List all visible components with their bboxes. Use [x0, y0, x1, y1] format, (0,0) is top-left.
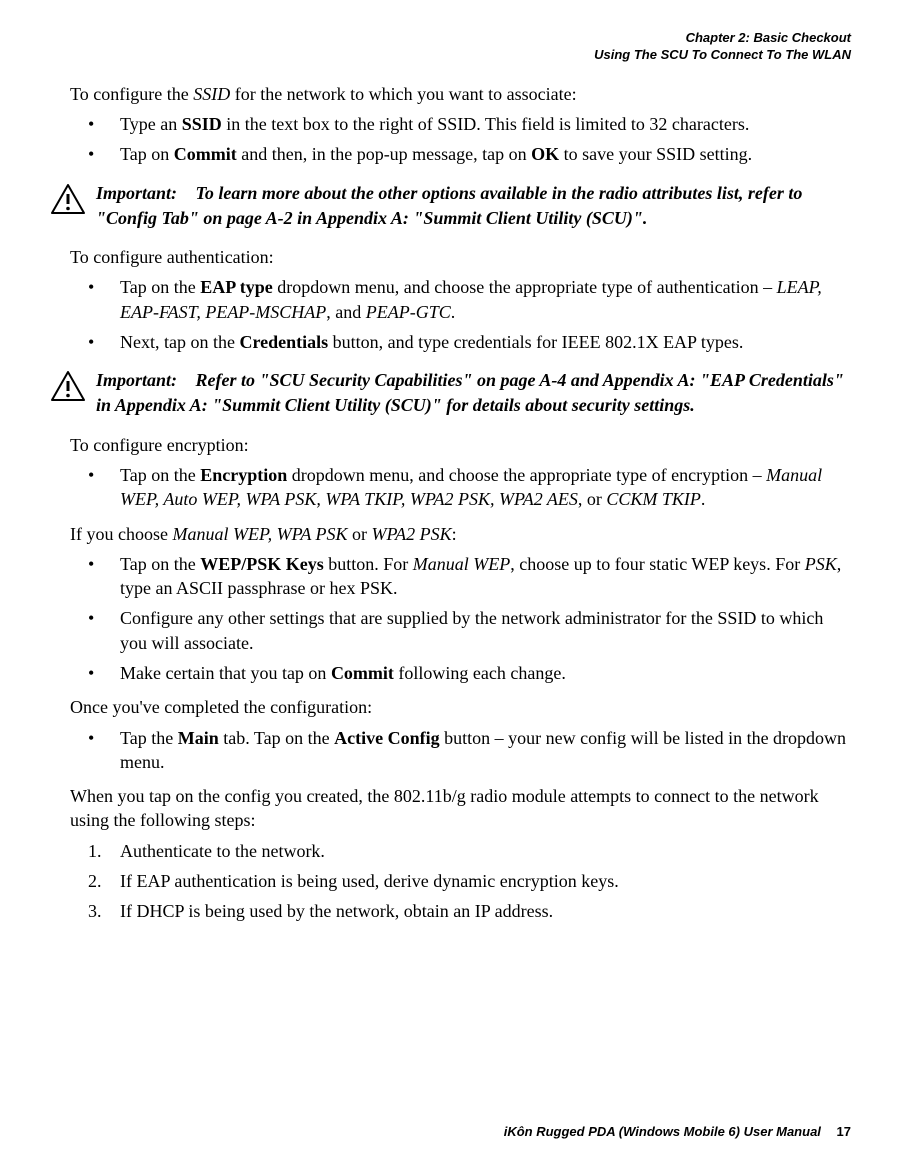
list-item: Type an SSID in the text box to the righ… — [50, 112, 851, 136]
text-italic: CCKM TKIP — [606, 489, 701, 509]
text: dropdown menu, and choose the appropriat… — [273, 277, 777, 297]
list-item: Tap on the WEP/PSK Keys button. For Manu… — [50, 552, 851, 601]
paragraph-auth-intro: To configure authentication: — [70, 245, 851, 269]
text-bold: SSID — [182, 114, 222, 134]
text: Tap on — [120, 144, 174, 164]
manual-title: iKôn Rugged PDA (Windows Mobile 6) User … — [504, 1124, 821, 1139]
text-bold: OK — [531, 144, 559, 164]
text-italic: PEAP-GTC — [366, 302, 451, 322]
paragraph-ssid-intro: To configure the SSID for the network to… — [70, 82, 851, 106]
text: dropdown menu, and choose the appropriat… — [287, 465, 766, 485]
text: in the text box to the right of SSID. Th… — [222, 114, 750, 134]
text: . — [701, 489, 706, 509]
text: for the network to which you want to ass… — [230, 84, 576, 104]
text: To configure the — [70, 84, 193, 104]
text: Make certain that you tap on — [120, 663, 331, 683]
text-italic: Manual WEP — [413, 554, 510, 574]
section-label: Using The SCU To Connect To The WLAN — [50, 47, 851, 64]
important-text: Important: Refer to "SCU Security Capabi… — [96, 368, 851, 418]
body-content: To configure the SSID for the network to… — [50, 82, 851, 924]
list-item: Tap the Main tab. Tap on the Active Conf… — [50, 726, 851, 775]
bullet-list-ssid: Type an SSID in the text box to the righ… — [50, 112, 851, 167]
warning-icon — [50, 183, 86, 221]
paragraph-completed: Once you've completed the configuration: — [70, 695, 851, 719]
page-number: 17 — [837, 1124, 851, 1139]
text: , or — [578, 489, 607, 509]
text-bold: Credentials — [239, 332, 328, 352]
important-callout-1: Important: To learn more about the other… — [50, 181, 851, 231]
important-label: Important: — [96, 181, 191, 206]
text: Type an — [120, 114, 182, 134]
text-bold: Commit — [174, 144, 237, 164]
text: button, and type credentials for IEEE 80… — [328, 332, 743, 352]
text-italic: WPA2 PSK — [371, 524, 451, 544]
paragraph-encryption-intro: To configure encryption: — [70, 433, 851, 457]
text: : — [452, 524, 457, 544]
text: button. For — [324, 554, 413, 574]
text-italic: Manual WEP, WPA PSK — [172, 524, 347, 544]
list-item: If DHCP is being used by the network, ob… — [50, 899, 851, 923]
paragraph-connect-steps: When you tap on the config you created, … — [70, 784, 851, 833]
list-item: Next, tap on the Credentials button, and… — [50, 330, 851, 354]
warning-icon — [50, 370, 86, 408]
text: , and — [326, 302, 366, 322]
text-italic: SSID — [193, 84, 230, 104]
text: , choose up to four static WEP keys. For — [510, 554, 804, 574]
important-text: Important: To learn more about the other… — [96, 181, 851, 231]
bullet-list-encryption: Tap on the Encryption dropdown menu, and… — [50, 463, 851, 512]
list-item: Tap on the Encryption dropdown menu, and… — [50, 463, 851, 512]
important-label: Important: — [96, 368, 191, 393]
list-item: Tap on Commit and then, in the pop-up me… — [50, 142, 851, 166]
page-footer: iKôn Rugged PDA (Windows Mobile 6) User … — [50, 1124, 851, 1139]
text-italic: PSK — [805, 554, 837, 574]
document-page: Chapter 2: Basic Checkout Using The SCU … — [0, 0, 901, 1161]
important-body: Refer to "SCU Security Capabilities" on … — [96, 370, 844, 415]
list-item: Authenticate to the network. — [50, 839, 851, 863]
text-bold: Encryption — [200, 465, 287, 485]
text: If you choose — [70, 524, 172, 544]
bullet-list-auth: Tap on the EAP type dropdown menu, and c… — [50, 275, 851, 354]
text: Tap on the — [120, 465, 200, 485]
bullet-list-completed: Tap the Main tab. Tap on the Active Conf… — [50, 726, 851, 775]
text-bold: Active Config — [334, 728, 439, 748]
text-bold: EAP type — [200, 277, 273, 297]
text: following each change. — [394, 663, 566, 683]
chapter-label: Chapter 2: Basic Checkout — [50, 30, 851, 47]
text: tab. Tap on the — [219, 728, 334, 748]
text: . — [451, 302, 456, 322]
text: Next, tap on the — [120, 332, 239, 352]
list-item: Tap on the EAP type dropdown menu, and c… — [50, 275, 851, 324]
paragraph-psk-condition: If you choose Manual WEP, WPA PSK or WPA… — [70, 522, 851, 546]
text-bold: WEP/PSK Keys — [200, 554, 324, 574]
text: Tap on the — [120, 554, 200, 574]
page-header: Chapter 2: Basic Checkout Using The SCU … — [50, 30, 851, 64]
text: Tap on the — [120, 277, 200, 297]
list-item: Make certain that you tap on Commit foll… — [50, 661, 851, 685]
text: and then, in the pop-up message, tap on — [237, 144, 531, 164]
bullet-list-psk: Tap on the WEP/PSK Keys button. For Manu… — [50, 552, 851, 685]
text: Tap the — [120, 728, 178, 748]
list-item: If EAP authentication is being used, der… — [50, 869, 851, 893]
important-callout-2: Important: Refer to "SCU Security Capabi… — [50, 368, 851, 418]
text: to save your SSID setting. — [559, 144, 752, 164]
important-body: To learn more about the other options av… — [96, 183, 802, 228]
list-item: Configure any other settings that are su… — [50, 606, 851, 655]
numbered-list-steps: Authenticate to the network. If EAP auth… — [50, 839, 851, 924]
text-bold: Commit — [331, 663, 394, 683]
text: or — [347, 524, 371, 544]
text-bold: Main — [178, 728, 219, 748]
